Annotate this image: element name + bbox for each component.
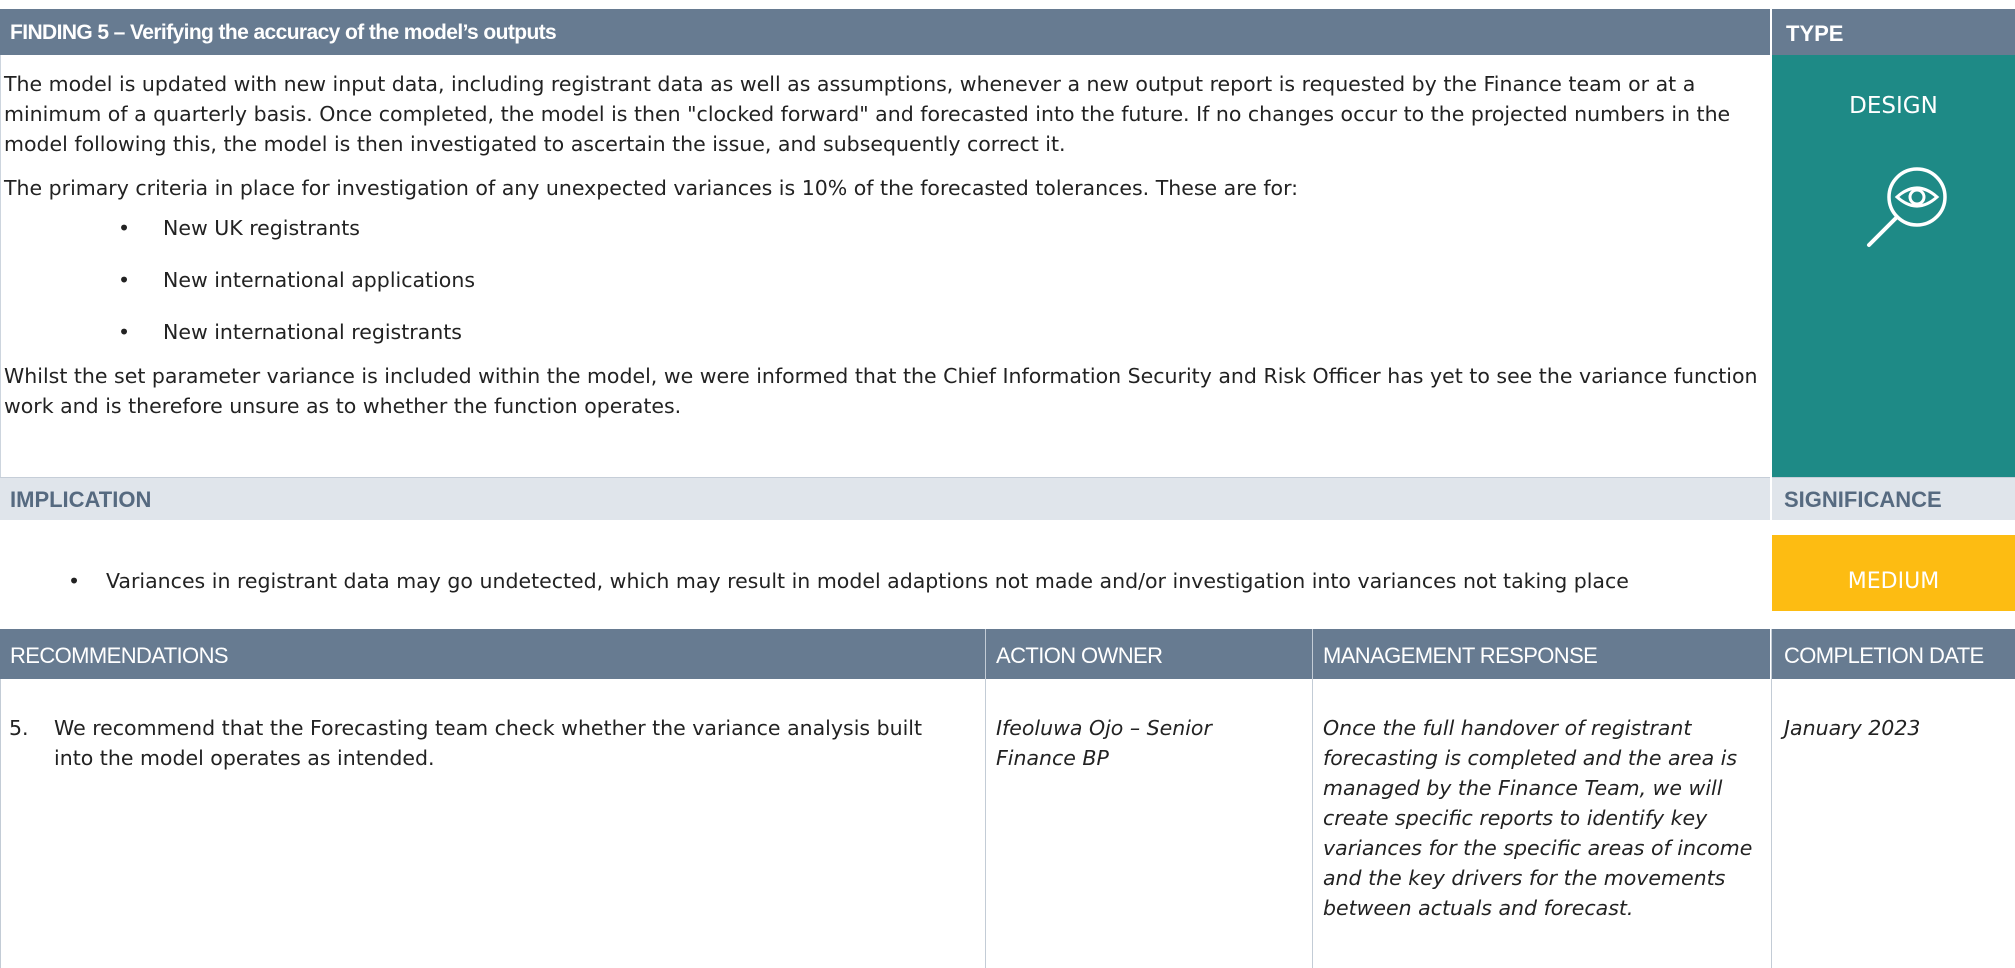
list-item: New international applications xyxy=(118,265,1762,295)
finding-header: FINDING 5 – Verifying the accuracy of th… xyxy=(0,9,1770,55)
management-response-header: MANAGEMENT RESPONSE xyxy=(1313,629,1770,679)
management-response-cell: Once the full handover of registrant for… xyxy=(1323,716,1753,920)
implication-header: IMPLICATION xyxy=(0,477,1770,520)
criteria-list: New UK registrants New international app… xyxy=(4,213,1762,347)
list-item: New UK registrants xyxy=(118,213,1762,243)
finding-paragraph-2: The primary criteria in place for invest… xyxy=(4,176,1299,200)
type-panel: DESIGN xyxy=(1772,55,2015,477)
type-header: TYPE xyxy=(1772,9,2015,55)
finding-paragraph-1: The model is updated with new input data… xyxy=(4,72,1731,156)
implication-body: • Variances in registrant data may go un… xyxy=(0,520,1770,630)
finding-paragraph-3: Whilst the set parameter variance is inc… xyxy=(4,364,1758,418)
bullet-dot: • xyxy=(68,569,81,593)
completion-date-cell: January 2023 xyxy=(1784,716,1921,740)
type-value: DESIGN xyxy=(1849,93,1938,119)
magnifier-eye-icon xyxy=(1867,167,1947,247)
recommendation-text: We recommend that the Forecasting team c… xyxy=(54,716,923,770)
finding-body: The model is updated with new input data… xyxy=(0,55,1770,477)
recommendation-cell: 5. We recommend that the Forecasting tea… xyxy=(0,679,985,968)
significance-header: SIGNIFICANCE xyxy=(1772,477,2015,520)
action-owner-header: ACTION OWNER xyxy=(986,629,1312,679)
list-item: New international registrants xyxy=(118,317,1762,347)
recommendation-number: 5. xyxy=(9,716,29,740)
completion-date-header: COMPLETION DATE xyxy=(1772,629,2015,679)
action-owner-cell: Ifeoluwa Ojo – Senior Finance BP xyxy=(996,716,1212,770)
significance-badge: MEDIUM xyxy=(1772,535,2015,611)
implication-text: Variances in registrant data may go unde… xyxy=(106,569,1629,593)
recommendations-header: RECOMMENDATIONS xyxy=(0,629,985,679)
